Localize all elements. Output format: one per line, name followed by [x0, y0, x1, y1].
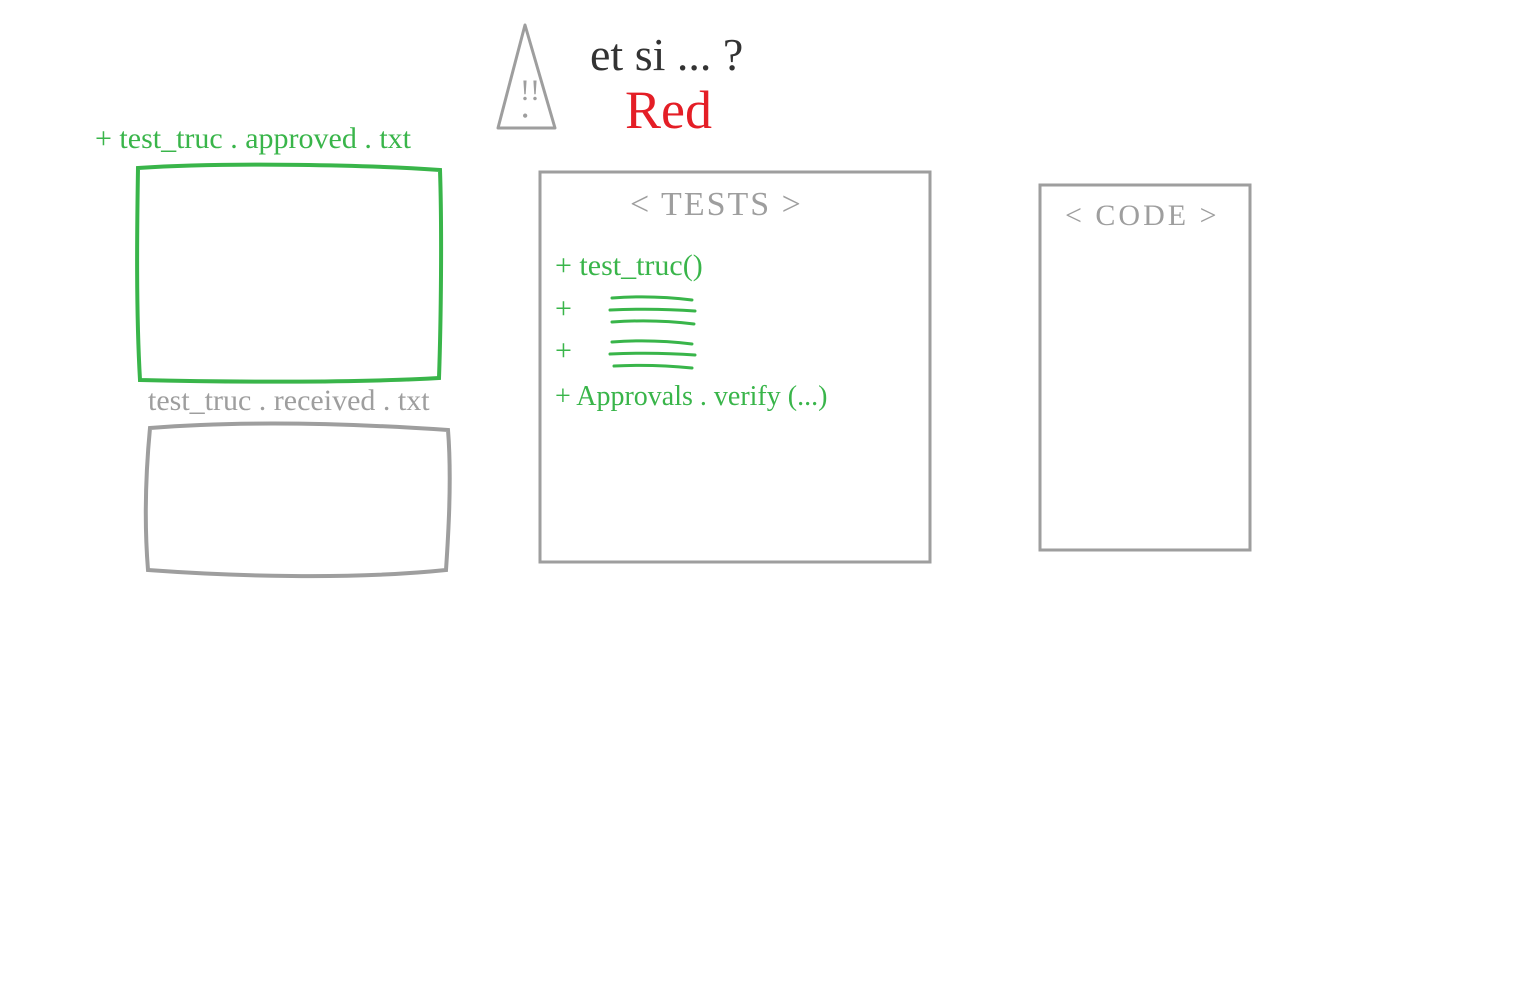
approved-file-box: [137, 165, 441, 382]
svg-text:•: •: [522, 106, 528, 126]
approved-file-label: + test_truc . approved . txt: [95, 122, 412, 155]
tests-squiggle-2: [610, 341, 695, 368]
header-question: et si ... ?: [590, 29, 743, 80]
code-box: [1040, 185, 1250, 550]
warning-triangle-icon: !! •: [498, 25, 555, 128]
tests-line-1: + test_truc(): [555, 249, 703, 282]
tests-squiggle-1: [610, 297, 695, 324]
svg-text:!!: !!: [520, 74, 540, 107]
tests-line-2: +: [555, 292, 572, 325]
tests-box: [540, 172, 930, 562]
header-phase: Red: [625, 80, 712, 140]
tests-line-4: + Approvals . verify (...): [555, 381, 827, 412]
tests-line-3: +: [555, 334, 572, 367]
received-file-box: [146, 424, 450, 577]
code-box-title: < CODE >: [1065, 199, 1220, 232]
tests-box-title: < TESTS >: [630, 186, 803, 223]
received-file-label: test_truc . received . txt: [148, 384, 430, 417]
